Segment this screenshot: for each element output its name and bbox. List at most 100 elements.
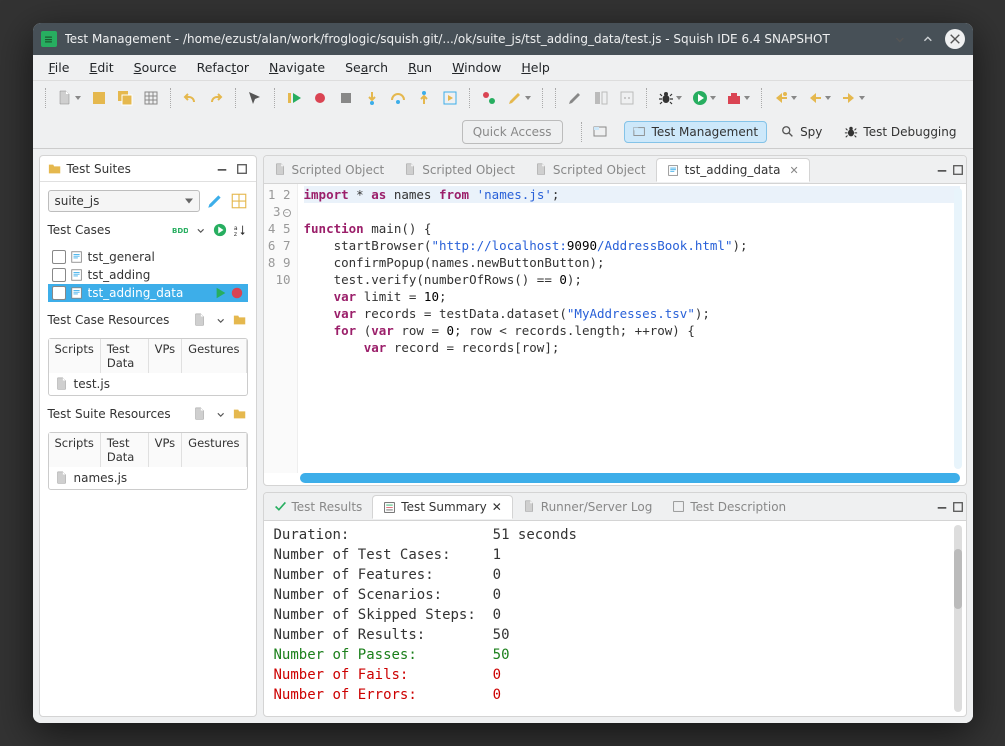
tcr-tab-vps[interactable]: VPs [149, 339, 183, 373]
tsr-dropdown[interactable] [212, 406, 228, 422]
highlight-button[interactable] [504, 87, 534, 109]
suite-select[interactable]: suite_js [48, 190, 200, 212]
step-return-button[interactable] [413, 87, 435, 109]
debug-terminate-button[interactable] [335, 87, 357, 109]
verify-breakpoints-button[interactable] [478, 87, 500, 109]
test-case-name: tst_adding [88, 268, 244, 282]
step-into-button[interactable] [361, 87, 383, 109]
tcr-tab-scripts[interactable]: Scripts [49, 339, 101, 373]
nav-forward-button[interactable] [838, 87, 868, 109]
suite-view-toggle-button[interactable] [230, 192, 248, 210]
nav-back-button[interactable] [804, 87, 834, 109]
close-tab-icon[interactable]: ✕ [492, 500, 502, 514]
redo-button[interactable] [205, 87, 227, 109]
window-minimize-button[interactable] [889, 29, 909, 49]
close-tab-icon[interactable]: ✕ [789, 164, 798, 177]
test-case-row[interactable]: tst_adding_data [48, 284, 248, 302]
tcr-new-button[interactable] [192, 312, 208, 328]
record-button[interactable] [309, 87, 331, 109]
tcr-file-row[interactable]: test.js [49, 373, 247, 395]
editor-tab-inactive[interactable]: Scripted Object [394, 159, 525, 181]
tsr-tab-vps[interactable]: VPs [149, 433, 183, 467]
tab-label: Test Results [292, 500, 363, 514]
run-test-case-button[interactable] [214, 286, 228, 300]
menu-run[interactable]: Run [400, 58, 440, 77]
menu-help[interactable]: Help [513, 58, 558, 77]
show-whitespace-button[interactable] [616, 87, 638, 109]
tcr-open-folder-button[interactable] [232, 312, 248, 328]
menu-source[interactable]: Source [126, 58, 185, 77]
edit-source-button[interactable] [564, 87, 586, 109]
tcr-tab-testdata[interactable]: Test Data [101, 339, 149, 373]
test-suites-tab[interactable]: Test Suites [40, 159, 141, 179]
test-case-checkbox[interactable] [52, 250, 66, 264]
save-button[interactable] [88, 87, 110, 109]
editor-tab-inactive[interactable]: Scripted Object [264, 159, 395, 181]
menu-navigate[interactable]: Navigate [261, 58, 333, 77]
perspective-spy[interactable]: Spy [773, 122, 830, 142]
tsr-tab-testdata[interactable]: Test Data [101, 433, 149, 467]
suite-settings-button[interactable] [206, 192, 224, 210]
undo-button[interactable] [179, 87, 201, 109]
test-case-checkbox[interactable] [52, 286, 66, 300]
pick-tool-button[interactable] [244, 87, 266, 109]
run-to-line-button[interactable] [439, 87, 461, 109]
menu-search[interactable]: Search [337, 58, 396, 77]
tsr-tab-scripts[interactable]: Scripts [49, 433, 101, 467]
step-over-button[interactable] [387, 87, 409, 109]
editor-body[interactable]: 1 2 3− 4 5 6 7 8 9 10 import * as names … [264, 184, 966, 473]
menu-refactor[interactable]: Refactor [189, 58, 257, 77]
test-case-row[interactable]: tst_adding [48, 266, 248, 284]
view-maximize-button[interactable] [234, 161, 250, 177]
tsr-new-button[interactable] [192, 406, 208, 422]
summary-vscrollbar[interactable] [954, 525, 962, 712]
editor-minimize-button[interactable] [934, 162, 950, 178]
perspective-test-debugging[interactable]: Test Debugging [836, 122, 964, 142]
launch-run-button[interactable] [689, 87, 719, 109]
new-test-case-bdd-button[interactable]: BDD [172, 222, 188, 238]
test-case-checkbox[interactable] [52, 268, 66, 282]
block-select-button[interactable] [590, 87, 612, 109]
external-tools-button[interactable] [723, 87, 753, 109]
editor-code[interactable]: import * as names from 'names.js'; funct… [298, 184, 966, 473]
tsr-file-row[interactable]: names.js [49, 467, 247, 489]
stop-test-case-button[interactable] [230, 286, 244, 300]
sort-button[interactable]: az [232, 222, 248, 238]
nav-last-edit-button[interactable] [770, 87, 800, 109]
menu-edit[interactable]: Edit [81, 58, 121, 77]
quick-access-input[interactable]: Quick Access [462, 120, 563, 144]
editor-tab-active[interactable]: tst_adding_data ✕ [656, 158, 810, 182]
tsr-open-folder-button[interactable] [232, 406, 248, 422]
test-case-list: tst_general tst_adding tst_adding_data [48, 248, 248, 302]
perspective-test-management[interactable]: Test Management [624, 121, 768, 143]
test-summary-body[interactable]: Duration: 51 seconds Number of Test Case… [264, 521, 966, 716]
editor-vscrollbar[interactable] [954, 188, 962, 469]
launch-debug-button[interactable] [655, 87, 685, 109]
tab-test-results[interactable]: Test Results [264, 496, 373, 518]
editor-hscrollbar[interactable] [300, 473, 960, 483]
save-all-button[interactable] [114, 87, 136, 109]
tab-test-summary[interactable]: Test Summary ✕ [372, 495, 513, 519]
toggle-grid-button[interactable] [140, 87, 162, 109]
run-all-button[interactable] [212, 222, 228, 238]
bottom-minimize-button[interactable] [934, 499, 950, 515]
test-case-name: tst_adding_data [88, 286, 210, 300]
bottom-maximize-button[interactable] [950, 499, 966, 515]
editor-maximize-button[interactable] [950, 162, 966, 178]
menu-file[interactable]: File [41, 58, 78, 77]
tab-runner-log[interactable]: Runner/Server Log [513, 496, 663, 518]
tcr-dropdown[interactable] [212, 312, 228, 328]
view-minimize-button[interactable] [214, 161, 230, 177]
new-test-case-dropdown[interactable] [192, 222, 208, 238]
debug-resume-button[interactable] [283, 87, 305, 109]
tab-test-description[interactable]: Test Description [662, 496, 796, 518]
tcr-tab-gestures[interactable]: Gestures [182, 339, 246, 373]
menu-window[interactable]: Window [444, 58, 509, 77]
tsr-tab-gestures[interactable]: Gestures [182, 433, 246, 467]
editor-tab-inactive[interactable]: Scripted Object [525, 159, 656, 181]
open-perspective-button[interactable] [590, 121, 612, 143]
window-maximize-button[interactable] [917, 29, 937, 49]
window-close-button[interactable] [945, 29, 965, 49]
new-button[interactable] [54, 87, 84, 109]
test-case-row[interactable]: tst_general [48, 248, 248, 266]
